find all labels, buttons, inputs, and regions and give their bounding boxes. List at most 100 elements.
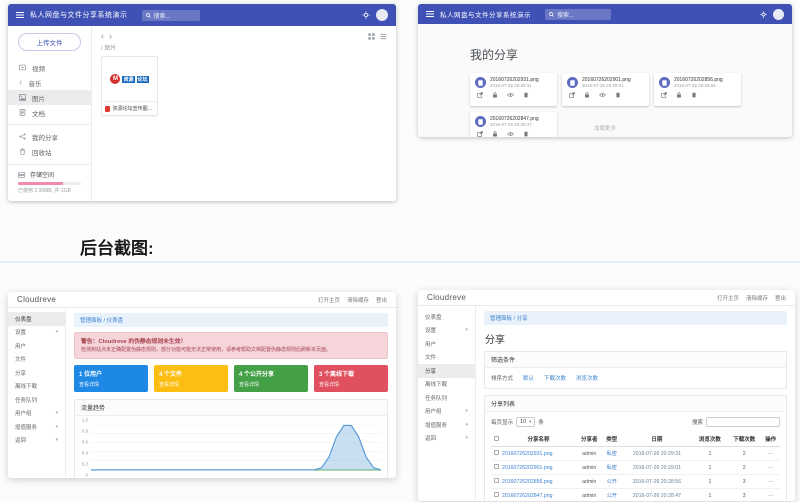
table-row[interactable]: 20160726202901.png admin 私密 2016-07-26 2… [491, 461, 780, 475]
sidebar-item-shares[interactable]: 分享 [8, 366, 65, 380]
search-box[interactable]: 搜索... [545, 9, 611, 20]
sidebar-item-settings[interactable]: 设置▾ [8, 326, 65, 340]
delete-icon[interactable] [523, 92, 529, 98]
stat-action-link[interactable]: 查看详情 [239, 381, 303, 388]
filter-option-downloads[interactable]: 下载次数 [544, 374, 566, 382]
cell-actions[interactable]: ··· [761, 447, 780, 461]
col-header[interactable]: 下载次数 [727, 432, 761, 447]
sidebar-item-document[interactable]: 文档 [8, 105, 91, 120]
stat-action-link[interactable]: 查看详情 [159, 381, 223, 388]
cell-actions[interactable]: ··· [761, 461, 780, 475]
avatar[interactable] [773, 9, 784, 20]
brand-logo[interactable]: Cloudreve [17, 295, 56, 304]
lock-icon[interactable] [584, 92, 590, 98]
col-header[interactable]: 分享名称 [501, 432, 576, 447]
col-header[interactable]: 类型 [602, 432, 621, 447]
delete-icon[interactable] [615, 92, 621, 98]
nav-link-home[interactable]: 打开主页 [318, 296, 340, 304]
col-header[interactable]: 分享者 [576, 432, 602, 447]
sidebar-item-settings[interactable]: 设置▾ [418, 324, 475, 338]
sidebar-item-addons[interactable]: 增值服务▾ [8, 420, 65, 434]
cell-name[interactable]: 20160726202901.png [501, 461, 576, 475]
stat-card-users[interactable]: 1 位用户 查看详情 [74, 365, 148, 392]
col-header[interactable]: 日期 [621, 432, 693, 447]
cell-name[interactable]: 20160726202847.png [501, 489, 576, 502]
stat-card-files[interactable]: 4 个文件 查看详情 [154, 365, 228, 392]
sidebar-item-music[interactable]: ♪ 音乐 [8, 75, 91, 90]
load-more-button[interactable]: 加载更多 [418, 124, 792, 132]
cell-actions[interactable]: ··· [761, 489, 780, 502]
row-checkbox[interactable] [494, 478, 499, 483]
search-input[interactable] [706, 417, 780, 427]
upload-button[interactable]: 上传文件 [18, 33, 81, 51]
brand-logo[interactable]: Cloudreve [427, 293, 466, 302]
nav-link-logout[interactable]: 登出 [376, 296, 387, 304]
select-all-checkbox[interactable] [494, 436, 499, 441]
open-in-new-icon[interactable] [569, 92, 575, 98]
menu-icon[interactable] [16, 12, 24, 18]
nav-link-cache[interactable]: 清除缓存 [746, 294, 768, 302]
row-checkbox[interactable] [494, 492, 499, 497]
delete-icon[interactable] [691, 92, 697, 98]
sidebar-item-recycle-bin[interactable]: 回收站 [8, 144, 91, 159]
per-page-select[interactable]: 10 ▾ [516, 417, 535, 427]
back-icon[interactable]: ‹ [101, 31, 104, 41]
stat-card-shares[interactable]: 4 个公开分享 查看详情 [234, 365, 308, 392]
row-checkbox[interactable] [494, 464, 499, 469]
sidebar-item-users[interactable]: 用户 [8, 339, 65, 353]
stat-action-link[interactable]: 查看详情 [79, 381, 143, 388]
grid-view-icon[interactable] [368, 33, 375, 40]
gear-icon[interactable] [362, 11, 370, 19]
table-row[interactable]: 20160726202847.png admin 公开 2016-07-26 2… [491, 489, 780, 502]
col-header[interactable]: 操作 [761, 432, 780, 447]
gear-icon[interactable] [760, 11, 767, 18]
avatar[interactable] [376, 9, 388, 21]
sidebar-item-back[interactable]: 返回▾ [8, 434, 65, 448]
nav-link-cache[interactable]: 清除缓存 [347, 296, 369, 304]
share-card[interactable]: 20160726202901.png 2016-07-26 20:29:01 [562, 73, 649, 106]
sidebar-item-files[interactable]: 文件 [418, 351, 475, 365]
list-view-icon[interactable] [380, 33, 387, 40]
sidebar-item-dashboard[interactable]: 仪表盘 [418, 310, 475, 324]
share-card[interactable]: 20160726202856.png 2016-07-26 20:28:56 [654, 73, 741, 106]
stat-action-link[interactable]: 查看详情 [319, 381, 383, 388]
filter-option-default[interactable]: 默认 [523, 374, 534, 382]
eye-icon[interactable] [507, 92, 514, 98]
col-header[interactable]: 浏览次数 [693, 432, 727, 447]
share-card[interactable]: 20160726202931.png 2016-07-26 20:29:31 [470, 73, 557, 106]
cell-name[interactable]: 20160726202931.png [501, 447, 576, 461]
cell-name[interactable]: 20160726202856.png [501, 475, 576, 489]
sidebar-item-offline-download[interactable]: 离线下载 [418, 378, 475, 392]
row-checkbox[interactable] [494, 450, 499, 455]
eye-icon[interactable] [599, 92, 606, 98]
sidebar-item-task-queue[interactable]: 任务队列 [8, 393, 65, 407]
sidebar-item-files[interactable]: 文件 [8, 353, 65, 367]
sidebar-item-task-queue[interactable]: 任务队列 [418, 391, 475, 405]
sidebar-item-users[interactable]: 用户 [418, 337, 475, 351]
nav-link-home[interactable]: 打开主页 [717, 294, 739, 302]
sidebar-item-video[interactable]: 视频 [8, 60, 91, 75]
sidebar-item-shares[interactable]: 分享 [418, 364, 475, 378]
open-in-new-icon[interactable] [477, 92, 483, 98]
sidebar-item-groups[interactable]: 用户组▾ [8, 407, 65, 421]
sidebar-item-addons[interactable]: 增值服务▾ [418, 418, 475, 432]
nav-link-logout[interactable]: 登出 [775, 294, 786, 302]
forward-icon[interactable]: › [109, 31, 112, 41]
table-row[interactable]: 20160726202856.png admin 公开 2016-07-26 2… [491, 475, 780, 489]
file-card[interactable]: M 资源 论坛 资源论坛宣传图.png [101, 56, 158, 116]
cell-actions[interactable]: ··· [761, 475, 780, 489]
filter-option-views[interactable]: 浏览次数 [576, 374, 598, 382]
table-row[interactable]: 20160726202931.png admin 私密 2016-07-26 2… [491, 447, 780, 461]
sidebar-item-back[interactable]: 返回▾ [418, 432, 475, 446]
lock-icon[interactable] [492, 92, 498, 98]
sidebar-item-offline-download[interactable]: 离线下载 [8, 380, 65, 394]
sidebar-item-image[interactable]: 图片 [8, 90, 91, 105]
stat-card-offline[interactable]: 3 个离线下载 查看详情 [314, 365, 388, 392]
sidebar-item-my-shares[interactable]: 我的分享 [8, 129, 91, 144]
open-in-new-icon[interactable] [661, 92, 667, 98]
search-box[interactable]: 搜索... [142, 10, 200, 21]
sidebar-item-dashboard[interactable]: 仪表盘 [8, 312, 65, 326]
sidebar-item-groups[interactable]: 用户组▾ [418, 405, 475, 419]
menu-icon[interactable] [426, 11, 434, 17]
lock-icon[interactable] [676, 92, 682, 98]
